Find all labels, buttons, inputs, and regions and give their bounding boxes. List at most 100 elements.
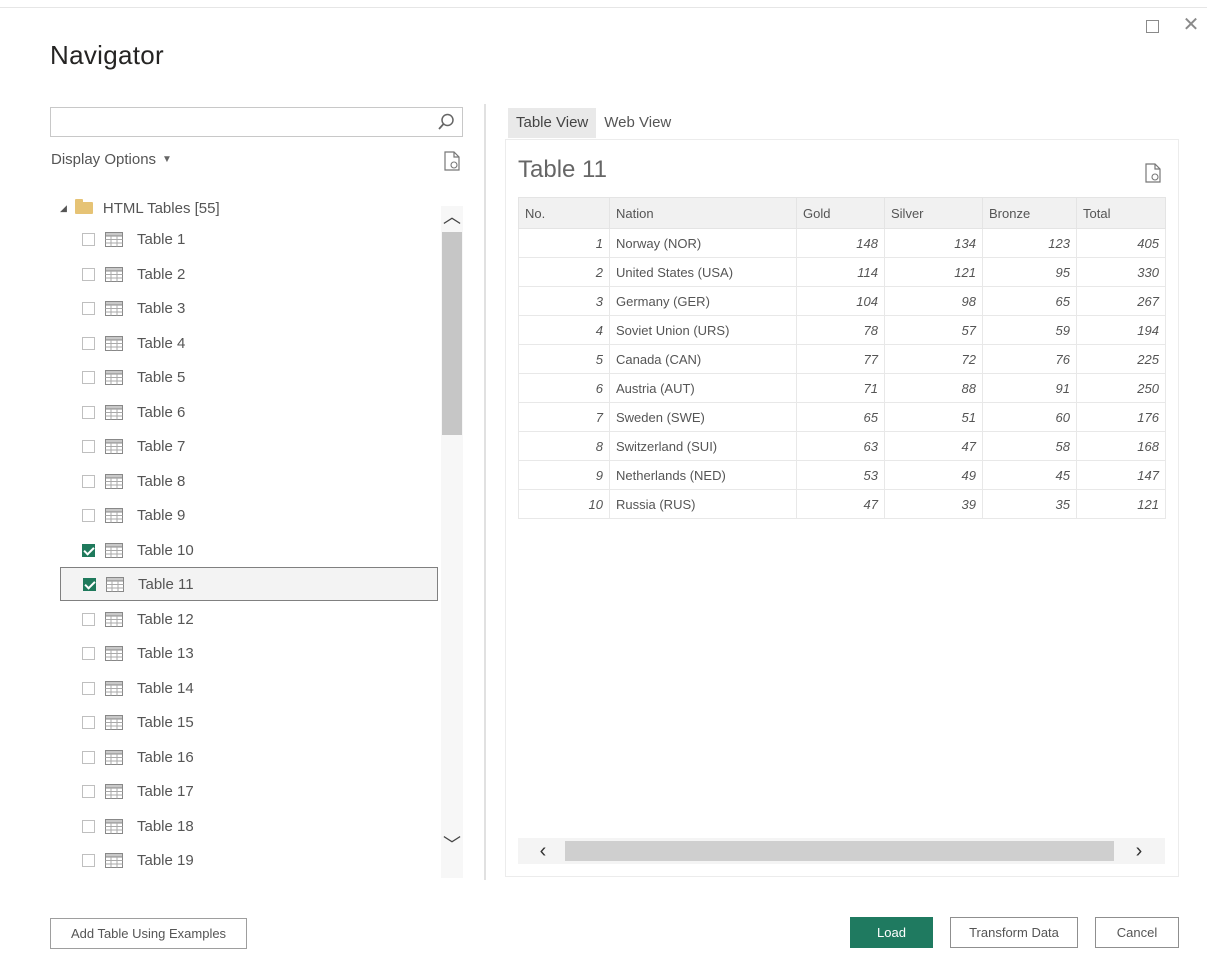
column-header[interactable]: Silver: [884, 197, 983, 229]
table-checkbox[interactable]: [82, 543, 95, 557]
table-row: 1 Norway (NOR) 148 134 123 405: [518, 228, 1166, 258]
table-checkbox[interactable]: [82, 750, 95, 764]
table-checkbox[interactable]: [82, 474, 95, 488]
column-header[interactable]: Total: [1076, 197, 1166, 229]
maximize-button[interactable]: [1141, 14, 1163, 36]
table-checkbox[interactable]: [82, 336, 95, 350]
table-cell: 148: [796, 228, 885, 258]
table-checkbox[interactable]: [82, 715, 95, 729]
column-header[interactable]: Bronze: [982, 197, 1077, 229]
tree-item-table[interactable]: Table 10: [60, 533, 438, 567]
tree-item-table[interactable]: Table 1: [60, 222, 438, 256]
display-options-dropdown[interactable]: Display Options ▼: [51, 151, 172, 168]
search-icon[interactable]: [436, 112, 456, 132]
add-table-using-examples-button[interactable]: Add Table Using Examples: [50, 918, 247, 949]
tree-item-label: Table 12: [137, 610, 194, 628]
table-cell: 58: [982, 431, 1077, 461]
scroll-up-chevron-icon[interactable]: ︿: [441, 206, 463, 228]
navigator-dialog: Navigator ✕ Display Options ▼ ◢ HTML Tabl…: [0, 0, 1207, 969]
scroll-down-chevron-icon[interactable]: ﹀: [441, 834, 463, 856]
table-grid-icon: [105, 266, 123, 282]
table-cell: 47: [796, 489, 885, 519]
transform-data-button[interactable]: Transform Data: [950, 917, 1078, 948]
tree-item-label: Table 7: [137, 437, 186, 455]
tree-item-table[interactable]: Table 7: [60, 429, 438, 463]
table-row: 6 Austria (AUT) 71 88 91 250: [518, 373, 1166, 403]
tree-item-table[interactable]: Table 12: [60, 602, 438, 636]
scroll-left-chevron-icon[interactable]: ‹: [530, 838, 556, 864]
refresh-preview-icon[interactable]: [1144, 163, 1162, 183]
table-grid-icon: [105, 300, 123, 316]
table-row: 2 United States (USA) 114 121 95 330: [518, 257, 1166, 287]
table-checkbox[interactable]: [82, 232, 95, 246]
tree-item-table[interactable]: Table 8: [60, 464, 438, 498]
tab-web-view[interactable]: Web View: [596, 108, 679, 138]
tree-item-table[interactable]: Table 17: [60, 774, 438, 808]
table-checkbox[interactable]: [82, 370, 95, 384]
tree-item-table[interactable]: Table 16: [60, 740, 438, 774]
table-checkbox[interactable]: [82, 784, 95, 798]
tree-item-label: Table 11: [138, 575, 194, 593]
tree-item-label: Table 17: [137, 782, 194, 800]
table-cell: 176: [1076, 402, 1166, 432]
table-cell: 225: [1076, 344, 1166, 374]
cancel-button[interactable]: Cancel: [1095, 917, 1179, 948]
table-row: 8 Switzerland (SUI) 63 47 58 168: [518, 431, 1166, 461]
tree-item-table[interactable]: Table 9: [60, 498, 438, 532]
tab-table-view[interactable]: Table View: [508, 108, 597, 138]
table-checkbox[interactable]: [82, 646, 95, 660]
table-cell: 147: [1076, 460, 1166, 490]
tree-item-label: Table 19: [137, 851, 194, 869]
table-checkbox[interactable]: [82, 301, 95, 315]
maximize-icon: [1145, 19, 1159, 33]
tree-vertical-scrollbar[interactable]: ︿ ﹀: [441, 206, 463, 878]
tree-item-table[interactable]: Table 11: [60, 567, 438, 601]
table-checkbox[interactable]: [82, 819, 95, 833]
table-checkbox[interactable]: [82, 853, 95, 867]
tree-item-table[interactable]: Table 2: [60, 257, 438, 291]
column-header[interactable]: Nation: [609, 197, 797, 229]
tree-item-table[interactable]: Table 15: [60, 705, 438, 739]
tree-item-label: Table 6: [137, 403, 186, 421]
table-cell: 4: [518, 315, 610, 345]
tree-item-table[interactable]: Table 5: [60, 360, 438, 394]
tree-root-label: HTML Tables [55]: [102, 199, 220, 217]
preview-scroll-thumb[interactable]: [565, 841, 1114, 861]
table-checkbox[interactable]: [82, 405, 95, 419]
tree-item-table[interactable]: Table 18: [60, 809, 438, 843]
table-grid-icon: [105, 714, 123, 730]
tree-item-table[interactable]: Table 6: [60, 395, 438, 429]
close-button[interactable]: ✕: [1180, 14, 1202, 36]
tree-item-table[interactable]: Table 3: [60, 291, 438, 325]
table-checkbox[interactable]: [82, 612, 95, 626]
table-checkbox[interactable]: [82, 439, 95, 453]
tree-item-table[interactable]: Table 13: [60, 636, 438, 670]
tree-item-label: Table 3: [137, 299, 186, 317]
column-header[interactable]: No.: [518, 197, 610, 229]
table-cell: 330: [1076, 257, 1166, 287]
table-checkbox[interactable]: [82, 508, 95, 522]
tree-root-html-tables[interactable]: ◢ HTML Tables [55]: [60, 196, 220, 220]
tree-scroll-thumb[interactable]: [442, 232, 462, 435]
table-cell: 65: [796, 402, 885, 432]
table-cell: 114: [796, 257, 885, 287]
column-header[interactable]: Gold: [796, 197, 885, 229]
preview-horizontal-scrollbar[interactable]: ‹ ›: [518, 838, 1165, 864]
tree-item-table[interactable]: Table 14: [60, 671, 438, 705]
table-checkbox[interactable]: [82, 681, 95, 695]
table-checkbox[interactable]: [83, 577, 96, 591]
search-input[interactable]: [50, 107, 463, 137]
tree-item-table[interactable]: Table 19: [60, 843, 438, 877]
tree-item-table[interactable]: Table 4: [60, 326, 438, 360]
load-button[interactable]: Load: [850, 917, 933, 948]
collapse-triangle-icon[interactable]: ◢: [60, 203, 67, 214]
table-cell: 250: [1076, 373, 1166, 403]
scroll-right-chevron-icon[interactable]: ›: [1126, 838, 1152, 864]
refresh-document-icon[interactable]: [443, 151, 461, 171]
folder-icon: [74, 199, 93, 214]
table-cell: 121: [884, 257, 983, 287]
tree-item-label: Table 10: [137, 541, 194, 559]
table-checkbox[interactable]: [82, 267, 95, 281]
table-cell: 63: [796, 431, 885, 461]
table-cell: 194: [1076, 315, 1166, 345]
